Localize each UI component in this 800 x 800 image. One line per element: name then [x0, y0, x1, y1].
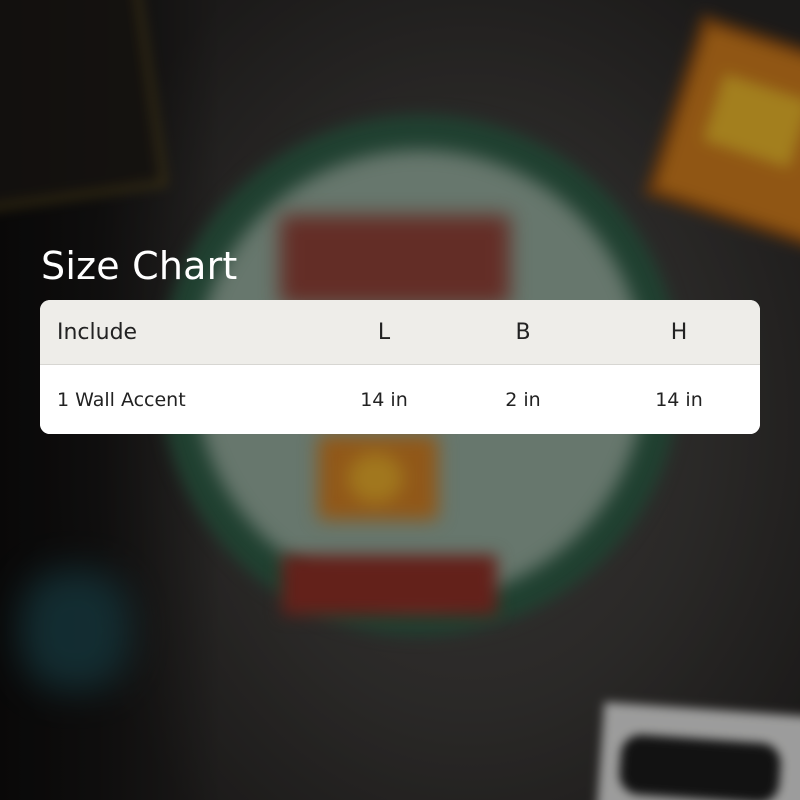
- row-height-value: 14 in: [655, 388, 703, 411]
- size-chart-table: Include L B H 1 Wall Accent 14 in 2 in 1…: [40, 300, 760, 434]
- header-height: H: [670, 319, 688, 345]
- row-item-name: 1 Wall Accent: [57, 388, 186, 411]
- size-chart-header-row: Include L B H: [40, 300, 760, 365]
- header-breadth: B: [515, 319, 531, 345]
- table-row: 1 Wall Accent 14 in 2 in 14 in: [40, 365, 760, 434]
- row-length-value: 14 in: [360, 388, 408, 411]
- row-breadth-value: 2 in: [505, 388, 541, 411]
- size-chart-title: Size Chart: [41, 244, 238, 288]
- header-include: Include: [57, 319, 138, 345]
- header-length: L: [377, 319, 391, 345]
